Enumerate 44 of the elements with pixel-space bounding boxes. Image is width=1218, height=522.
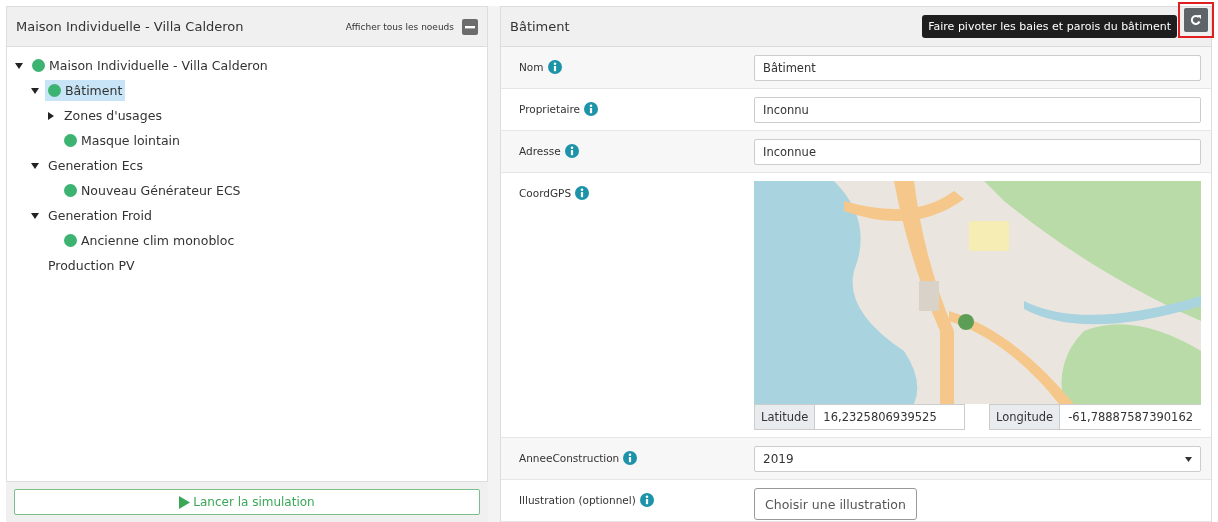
caret-icon [1185, 456, 1192, 462]
caret-icon[interactable] [15, 61, 23, 70]
rotate-button[interactable] [1184, 8, 1208, 32]
latitude-field[interactable]: Latitude 16,2325806939525 [754, 404, 965, 430]
info-icon[interactable] [575, 186, 590, 200]
tree-node[interactable]: Production PV [45, 255, 138, 276]
collapse-button[interactable] [462, 18, 478, 35]
show-all-label: Afficher tous les noeuds [345, 21, 454, 32]
caret-icon[interactable] [31, 86, 39, 95]
caret-icon[interactable] [31, 211, 39, 220]
panel-title: Bâtiment [510, 19, 570, 34]
info-icon[interactable] [564, 144, 579, 158]
play-icon [179, 495, 191, 509]
text-field[interactable]: Inconnu [754, 97, 1201, 123]
tree-node[interactable]: Maison Individuelle - Villa Calderon [29, 55, 271, 76]
field-addon: Latitude [755, 405, 816, 429]
text-field[interactable]: Inconnue [754, 139, 1201, 165]
tree-node[interactable]: Ancienne clim monobloc [61, 230, 238, 251]
tree-node[interactable]: Bâtiment [45, 80, 126, 101]
tree-node[interactable]: Nouveau Générateur ECS [61, 180, 244, 201]
tree-node[interactable]: Zones d'usages [61, 105, 165, 126]
panel-title: Maison Individuelle - Villa Calderon [16, 19, 244, 34]
caret-icon[interactable] [47, 111, 55, 120]
text-field[interactable]: Bâtiment [754, 55, 1201, 81]
field-addon: Longitude [990, 405, 1061, 429]
caret-icon[interactable] [31, 161, 39, 170]
field-label: Nom [519, 61, 544, 73]
longitude-field[interactable]: Longitude -61,78887587390162 [989, 404, 1201, 430]
info-icon[interactable] [584, 102, 599, 116]
tree-node[interactable]: Generation Froid [45, 205, 155, 226]
field-label: Adresse [519, 145, 561, 157]
info-icon[interactable] [547, 60, 562, 74]
select-field[interactable]: 2019 [754, 446, 1201, 472]
field-label: Illustration (optionnel) [519, 494, 636, 506]
info-icon[interactable] [639, 493, 654, 507]
field-label: CoordGPS [519, 187, 572, 199]
tree-node[interactable]: Masque lointain [61, 130, 183, 151]
field-label: AnneeConstruction [519, 452, 620, 464]
choose-illustration-button[interactable]: Choisir une illustration [754, 488, 917, 520]
tree-node[interactable]: Generation Ecs [45, 155, 146, 176]
tooltip: Faire pivoter les baies et parois du bâtiment [922, 15, 1177, 38]
info-icon[interactable] [623, 451, 638, 465]
redo-icon [1190, 14, 1202, 26]
field-label: Proprietaire [519, 103, 581, 115]
